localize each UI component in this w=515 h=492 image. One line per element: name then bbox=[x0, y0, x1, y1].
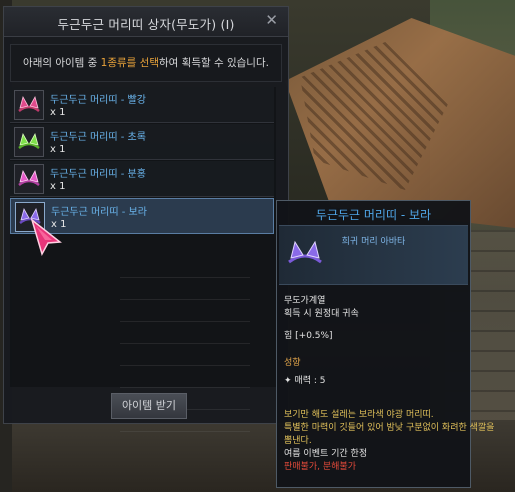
instruction-prefix: 아래의 아이템 중 bbox=[23, 57, 101, 69]
item-quantity: x 1 bbox=[50, 181, 66, 192]
item-name: 두근두근 머리띠 - 분홍 bbox=[50, 169, 146, 180]
tooltip-restriction-sale: 판매불가 bbox=[284, 462, 318, 472]
dialog-titlebar[interactable]: 두근두근 머리띠 상자(무도가) (I) ✕ bbox=[4, 7, 288, 37]
item-name: 두근두근 머리띠 - 빨강 bbox=[50, 95, 146, 106]
item-quantity: x 1 bbox=[51, 219, 67, 230]
instruction-text: 아래의 아이템 중 1종류를 선택하여 획득할 수 있습니다. bbox=[11, 55, 281, 70]
item-icon-box bbox=[14, 127, 44, 157]
item-row-green[interactable]: 두근두근 머리띠 - 초록 x 1 bbox=[10, 124, 274, 160]
item-icon-box bbox=[14, 164, 44, 194]
item-name: 두근두근 머리띠 - 초록 bbox=[50, 132, 146, 143]
sparkle-icon: ✦ bbox=[284, 376, 292, 386]
dialog-title: 두근두근 머리띠 상자(무도가) (I) bbox=[57, 17, 235, 32]
instruction-highlight: 1종류를 선택 bbox=[100, 57, 159, 69]
item-icon-box bbox=[14, 90, 44, 120]
item-icon-box bbox=[15, 202, 45, 232]
tooltip-bind: 획득 시 원정대 귀속 bbox=[284, 309, 359, 319]
tooltip-restrictions: 판매불가, 분해불가 bbox=[284, 459, 356, 472]
item-row-pink[interactable]: 두근두근 머리띠 - 분홍 x 1 bbox=[10, 161, 274, 197]
item-list: 두근두근 머리띠 - 빨강 x 1 두근두근 머리띠 - 초록 x 1 두근두근… bbox=[10, 87, 276, 437]
headband-purple-icon bbox=[19, 207, 41, 225]
item-tooltip: 두근두근 머리띠 - 보라 희귀 머리 아바타 무도가계열 획득 시 원정대 귀… bbox=[276, 200, 494, 488]
tooltip-event: 여름 이벤트 기간 한정 bbox=[284, 449, 368, 459]
close-icon[interactable]: ✕ bbox=[265, 11, 278, 29]
tooltip-class: 무도가계열 bbox=[284, 296, 326, 306]
receive-item-button[interactable]: 아이템 받기 bbox=[111, 393, 187, 419]
tooltip-trait: ✦ 매력 : 5 bbox=[284, 373, 325, 386]
headband-pink-icon bbox=[18, 169, 40, 187]
item-row-purple[interactable]: 두근두근 머리띠 - 보라 x 1 bbox=[10, 198, 274, 234]
instruction-suffix: 하여 획득할 수 있습니다. bbox=[159, 57, 269, 69]
tooltip-title: 두근두근 머리띠 - 보라 bbox=[315, 208, 432, 222]
tooltip-header: 희귀 머리 아바타 bbox=[279, 225, 468, 285]
item-name: 두근두근 머리띠 - 보라 bbox=[51, 207, 147, 218]
tooltip-restriction-disassemble: 분해불가 bbox=[322, 462, 356, 472]
tooltip-desc-1: 보기만 해도 설레는 보라색 야광 머리띠. bbox=[284, 410, 434, 420]
item-quantity: x 1 bbox=[50, 107, 66, 118]
instruction-box: 아래의 아이템 중 1종류를 선택하여 획득할 수 있습니다. bbox=[10, 44, 282, 82]
tooltip-grade: 희귀 머리 아바타 bbox=[341, 237, 406, 247]
item-select-dialog: 두근두근 머리띠 상자(무도가) (I) ✕ 아래의 아이템 중 1종류를 선택… bbox=[3, 6, 289, 437]
headband-red-icon bbox=[18, 95, 40, 113]
item-quantity: x 1 bbox=[50, 144, 66, 155]
tooltip-desc-2: 특별한 마력이 깃들어 있어 밤낮 구분없이 화려한 색깔을 bbox=[284, 423, 495, 433]
item-row-red[interactable]: 두근두근 머리띠 - 빨강 x 1 bbox=[10, 87, 274, 123]
tooltip-trait-header: 성향 bbox=[284, 358, 301, 368]
tooltip-trait-value: 매력 : 5 bbox=[294, 376, 326, 386]
tooltip-stat: 힘 [+0.5%] bbox=[284, 331, 333, 341]
tooltip-desc-3: 뽐낸다. bbox=[284, 436, 312, 446]
headband-green-icon bbox=[18, 132, 40, 150]
